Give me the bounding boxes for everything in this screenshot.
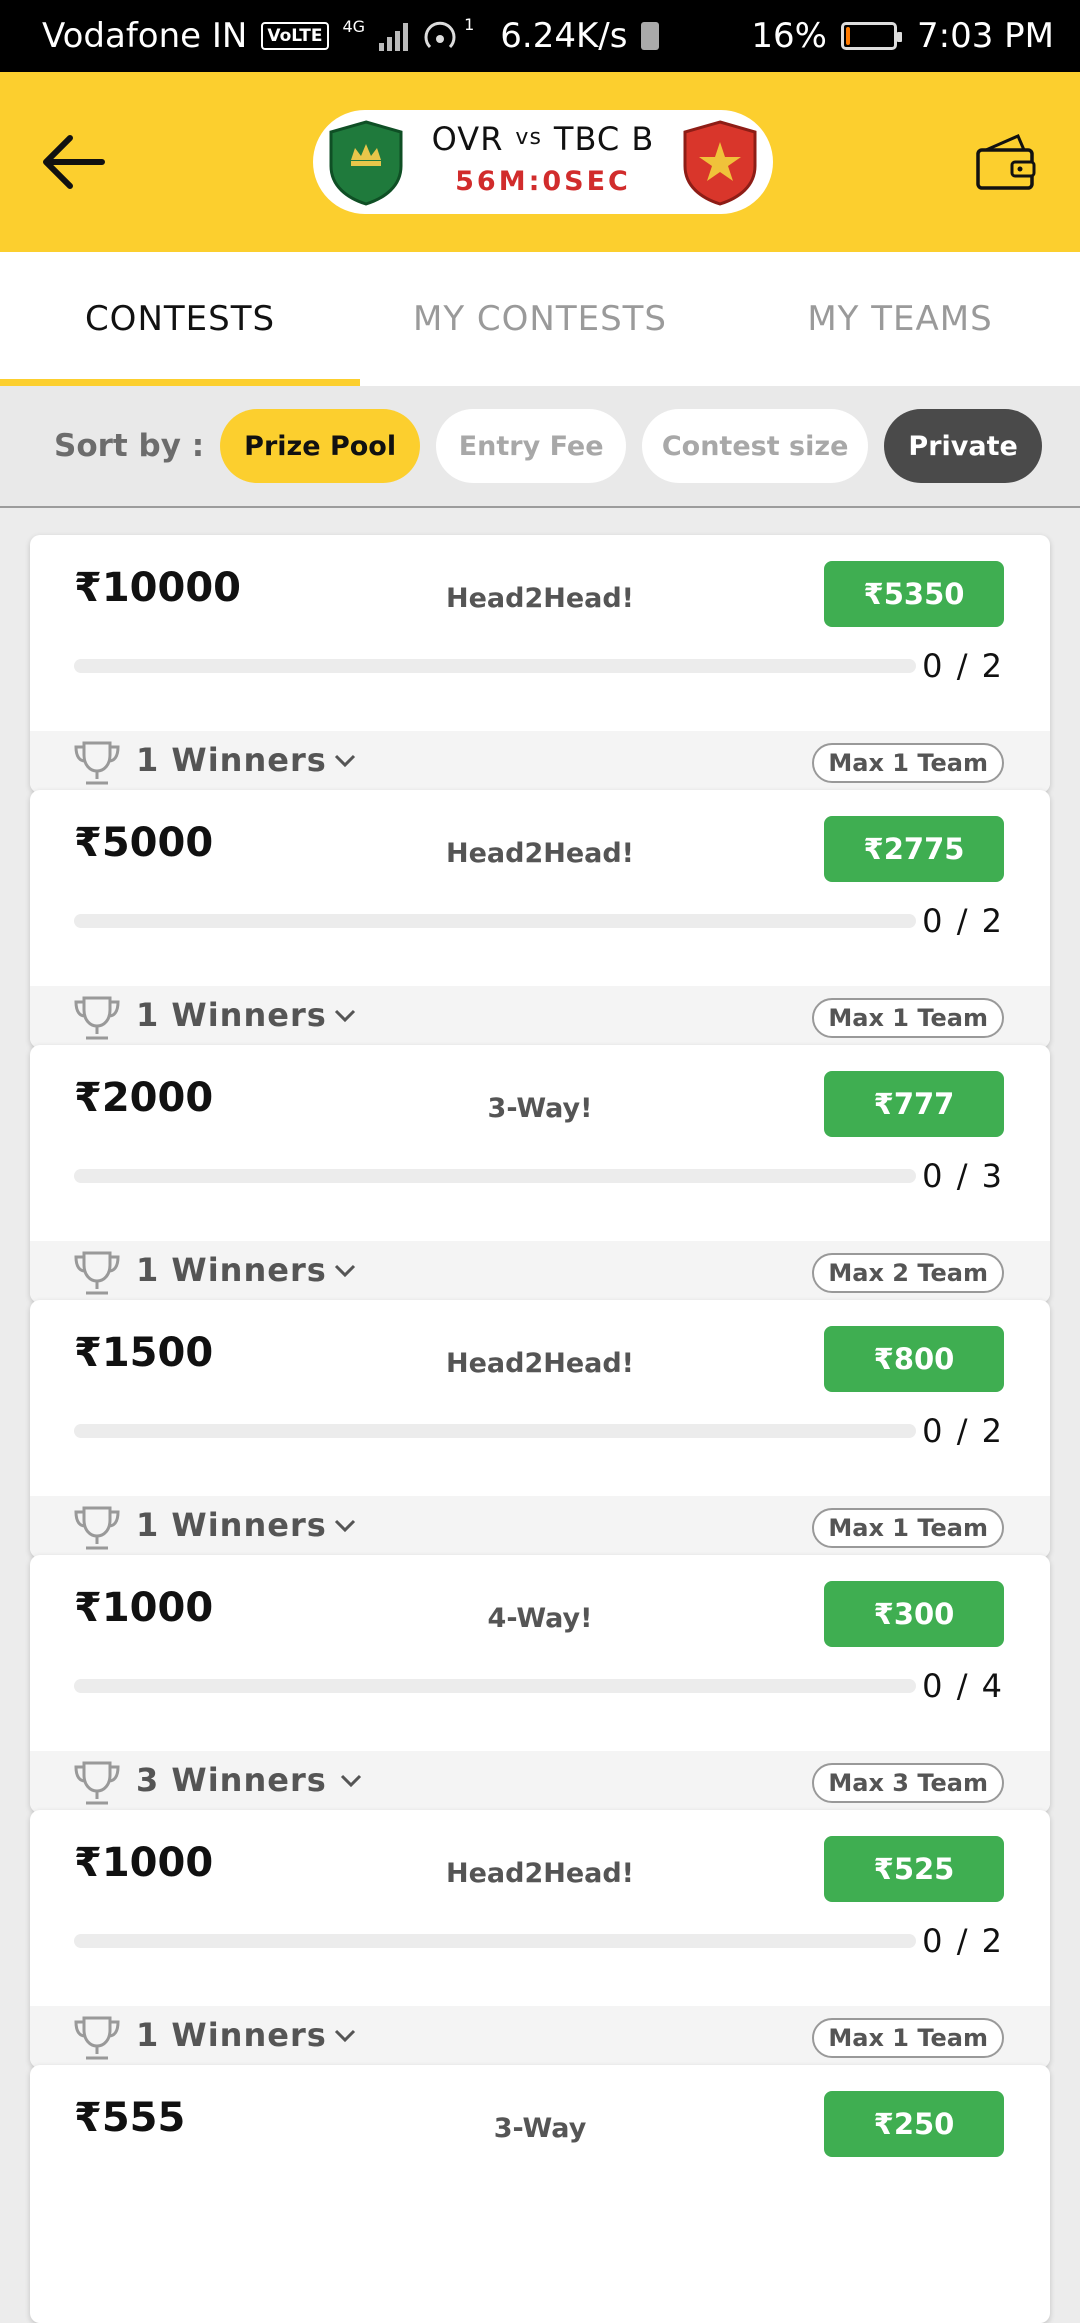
entry-fee-button[interactable]: ₹5350 (824, 561, 1004, 627)
contest-footer: 1 Winners Max 1 Team (30, 986, 1050, 1048)
contest-footer: 1 Winners Max 1 Team (30, 731, 1050, 793)
team-right-crest-icon (683, 120, 757, 206)
carrier-name: Vodafone IN (42, 16, 248, 56)
winners-count[interactable]: 1 Winners (136, 1251, 327, 1289)
private-contest-button[interactable]: Private (884, 409, 1043, 483)
sort-entry-fee-button[interactable]: Entry Fee (436, 409, 627, 483)
volte-icon: VoLTE (261, 22, 329, 50)
trophy-icon (74, 1506, 120, 1550)
contest-card[interactable]: ₹5000 Head2Head! ₹2775 0 / 2 1 Winners M… (30, 790, 1050, 1048)
spots-count: 0 / 4 (922, 1667, 1004, 1705)
spots-progress-bar (74, 659, 916, 673)
back-arrow-icon[interactable] (40, 132, 106, 192)
chevron-down-icon[interactable] (332, 2022, 358, 2048)
status-bar: Vodafone IN VoLTE 4G 1 6.24K/s 16% 7:03 … (0, 0, 1080, 72)
clock: 7:03 PM (917, 16, 1054, 56)
max-team-badge: Max 2 Team (812, 1253, 1004, 1293)
winners-count[interactable]: 1 Winners (136, 2016, 327, 2054)
entry-fee-button[interactable]: ₹777 (824, 1071, 1004, 1137)
max-team-badge: Max 1 Team (812, 2018, 1004, 2058)
chevron-down-icon[interactable] (332, 747, 358, 773)
entry-fee-button[interactable]: ₹300 (824, 1581, 1004, 1647)
max-team-badge: Max 1 Team (812, 743, 1004, 783)
contest-card[interactable]: ₹555 3-Way ₹250 (30, 2065, 1050, 2323)
spots-count: 0 / 3 (922, 1157, 1004, 1195)
sort-contest-size-button[interactable]: Contest size (642, 409, 869, 483)
network-speed: 6.24K/s (500, 16, 628, 56)
signal-icon (379, 21, 409, 51)
hotspot-count: 1 (464, 14, 475, 34)
battery-percent: 16% (751, 16, 827, 56)
trophy-icon (74, 2016, 120, 2060)
spots-progress-bar (74, 1679, 916, 1693)
contest-card[interactable]: ₹1000 4-Way! ₹300 0 / 4 3 Winners Max 3 … (30, 1555, 1050, 1813)
max-team-badge: Max 1 Team (812, 1508, 1004, 1548)
max-team-badge: Max 3 Team (812, 1763, 1004, 1803)
trophy-icon (74, 996, 120, 1040)
contest-footer: 3 Winners Max 3 Team (30, 1751, 1050, 1813)
entry-fee-button[interactable]: ₹250 (824, 2091, 1004, 2157)
winners-count[interactable]: 3 Winners (136, 1761, 327, 1799)
trophy-icon (74, 741, 120, 785)
chevron-down-icon[interactable] (332, 1512, 358, 1538)
entry-fee-button[interactable]: ₹2775 (824, 816, 1004, 882)
tab-contests[interactable]: CONTESTS (0, 252, 360, 386)
battery-icon (841, 22, 902, 50)
tab-my-teams[interactable]: MY TEAMS (720, 252, 1080, 386)
chevron-down-icon[interactable] (338, 1767, 364, 1793)
spots-count: 0 / 2 (922, 1412, 1004, 1450)
contest-card[interactable]: ₹1000 Head2Head! ₹525 0 / 2 1 Winners Ma… (30, 1810, 1050, 2068)
spots-count: 0 / 2 (922, 647, 1004, 685)
spots-progress-bar (74, 914, 916, 928)
entry-fee-button[interactable]: ₹525 (824, 1836, 1004, 1902)
vs-label: vs (515, 125, 542, 150)
chevron-down-icon[interactable] (332, 1257, 358, 1283)
spots-count: 0 / 2 (922, 1922, 1004, 1960)
entry-fee-button[interactable]: ₹800 (824, 1326, 1004, 1392)
max-team-badge: Max 1 Team (812, 998, 1004, 1038)
hotspot-icon (424, 21, 456, 49)
trophy-icon (74, 1251, 120, 1295)
spots-count: 0 / 2 (922, 902, 1004, 940)
spots-progress-bar (74, 1934, 916, 1948)
match-info-pill: OVR vs TBC B 56M:0SEC (313, 110, 773, 214)
trophy-icon (74, 1761, 120, 1805)
contest-footer: 1 Winners Max 2 Team (30, 1241, 1050, 1303)
winners-count[interactable]: 1 Winners (136, 996, 327, 1034)
spots-progress-bar (74, 1169, 916, 1183)
sort-label: Sort by : (54, 428, 205, 464)
sim-icon (641, 22, 660, 50)
contest-footer: 1 Winners Max 1 Team (30, 2006, 1050, 2068)
spots-progress-bar (74, 1424, 916, 1438)
winners-count[interactable]: 1 Winners (136, 1506, 327, 1544)
network-type: 4G (342, 16, 366, 36)
contest-footer: 1 Winners Max 1 Team (30, 1496, 1050, 1558)
sort-prize-pool-button[interactable]: Prize Pool (220, 409, 421, 483)
contest-card[interactable]: ₹10000 Head2Head! ₹5350 0 / 2 1 Winners … (30, 535, 1050, 793)
winners-count[interactable]: 1 Winners (136, 741, 327, 779)
match-header: OVR vs TBC B 56M:0SEC (0, 72, 1080, 252)
tab-my-contests[interactable]: MY CONTESTS (360, 252, 720, 386)
team-right-name: TBC B (553, 120, 655, 158)
contest-card[interactable]: ₹2000 3-Way! ₹777 0 / 3 1 Winners Max 2 … (30, 1045, 1050, 1303)
contest-card[interactable]: ₹1500 Head2Head! ₹800 0 / 2 1 Winners Ma… (30, 1300, 1050, 1558)
chevron-down-icon[interactable] (332, 1002, 358, 1028)
team-left-name: OVR (431, 120, 504, 158)
tab-bar: CONTESTS MY CONTESTS MY TEAMS (0, 252, 1080, 386)
sort-bar: Sort by : Prize Pool Entry Fee Contest s… (0, 386, 1080, 508)
wallet-icon[interactable] (972, 130, 1038, 196)
